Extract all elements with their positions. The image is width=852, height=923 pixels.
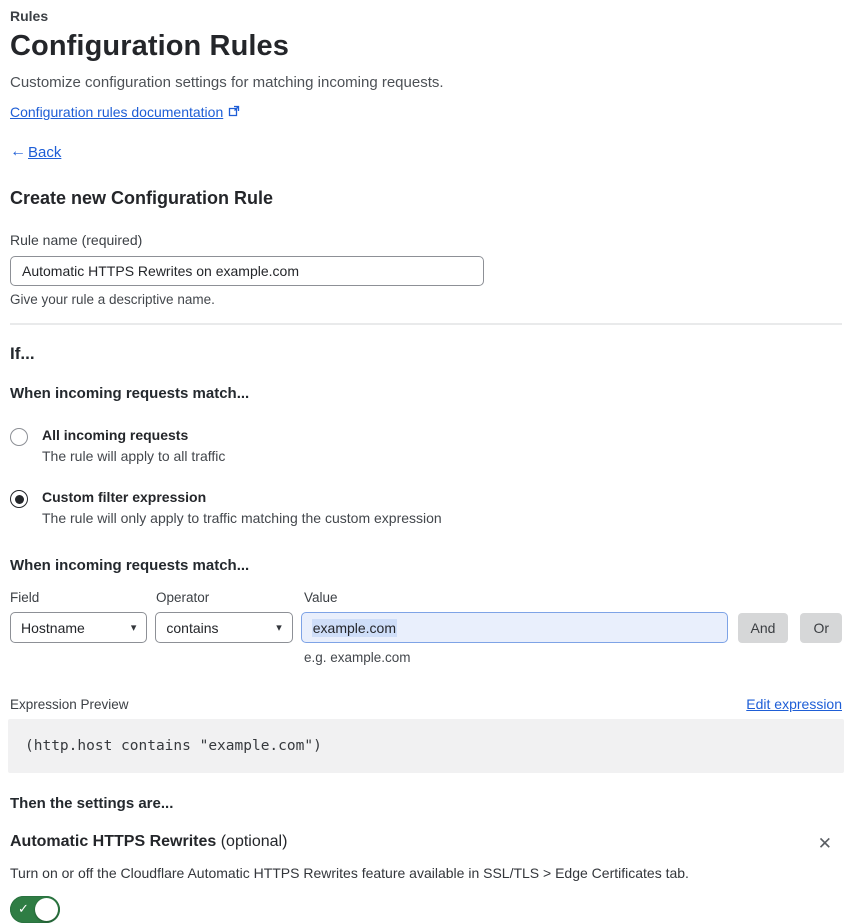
value-column-label: Value (304, 590, 338, 605)
chevron-down-icon: ▾ (130, 622, 137, 634)
page-subtitle: Customize configuration settings for mat… (10, 74, 444, 91)
operator-select[interactable]: contains ▾ (155, 612, 293, 643)
rule-name-label: Rule name (required) (10, 232, 143, 248)
chevron-down-icon: ▾ (276, 622, 282, 634)
builder-heading: When incoming requests match... (10, 557, 250, 574)
radio-option-custom-filter-expression[interactable]: Custom filter expression The rule will o… (10, 489, 842, 526)
rule-name-helper: Give your rule a descriptive name. (10, 292, 215, 307)
operator-select-value: contains (166, 619, 219, 636)
automatic-https-rewrites-toggle[interactable]: ✓ (10, 896, 60, 923)
back-arrow-icon: ← (10, 143, 26, 160)
section-divider (10, 323, 842, 325)
setting-card-description: Turn on or off the Cloudflare Automatic … (10, 865, 689, 881)
breadcrumb: Rules (10, 8, 49, 24)
if-heading: If... (10, 344, 35, 363)
operator-column-label: Operator (156, 590, 210, 605)
toggle-knob (35, 898, 58, 921)
or-button[interactable]: Or (800, 612, 843, 643)
rule-name-input[interactable] (10, 256, 484, 286)
value-helper: e.g. example.com (304, 650, 411, 665)
setting-optional-suffix: (optional) (216, 833, 288, 850)
field-select[interactable]: Hostname ▾ (10, 612, 148, 643)
back-link[interactable]: Back (28, 144, 61, 161)
close-icon[interactable]: ✕ (814, 833, 836, 854)
field-select-value: Hostname (21, 619, 85, 636)
field-column-label: Field (10, 590, 40, 605)
value-input[interactable]: example.com (300, 612, 728, 643)
configuration-rules-page: Rules Configuration Rules Customize conf… (0, 0, 852, 923)
match-type-heading: When incoming requests match... (10, 385, 250, 402)
create-rule-heading: Create new Configuration Rule (10, 188, 274, 208)
edit-expression-link[interactable]: Edit expression (746, 696, 842, 712)
radio-label: All incoming requests (42, 427, 189, 443)
expression-preview-code: (http.host contains "example.com") (8, 719, 844, 773)
radio-selected-icon[interactable] (10, 490, 28, 508)
radio-option-all-incoming-requests[interactable]: All incoming requests The rule will appl… (10, 427, 842, 464)
expression-builder: When incoming requests match... Field Op… (10, 557, 843, 665)
external-link-icon (228, 104, 240, 120)
value-input-text: example.com (311, 618, 398, 637)
radio-description: The rule will only apply to traffic matc… (42, 510, 442, 526)
and-button[interactable]: And (737, 612, 789, 643)
radio-unselected-icon[interactable] (10, 428, 28, 446)
expression-preview-label: Expression Preview (10, 696, 129, 712)
radio-description: The rule will apply to all traffic (42, 448, 226, 464)
documentation-link[interactable]: Configuration rules documentation (10, 104, 223, 120)
page-title: Configuration Rules (10, 30, 289, 62)
radio-label: Custom filter expression (42, 489, 207, 505)
checkmark-icon: ✓ (18, 901, 29, 916)
setting-card-title: Automatic HTTPS Rewrites (optional) (10, 833, 288, 850)
then-settings-heading: Then the settings are... (10, 795, 174, 812)
